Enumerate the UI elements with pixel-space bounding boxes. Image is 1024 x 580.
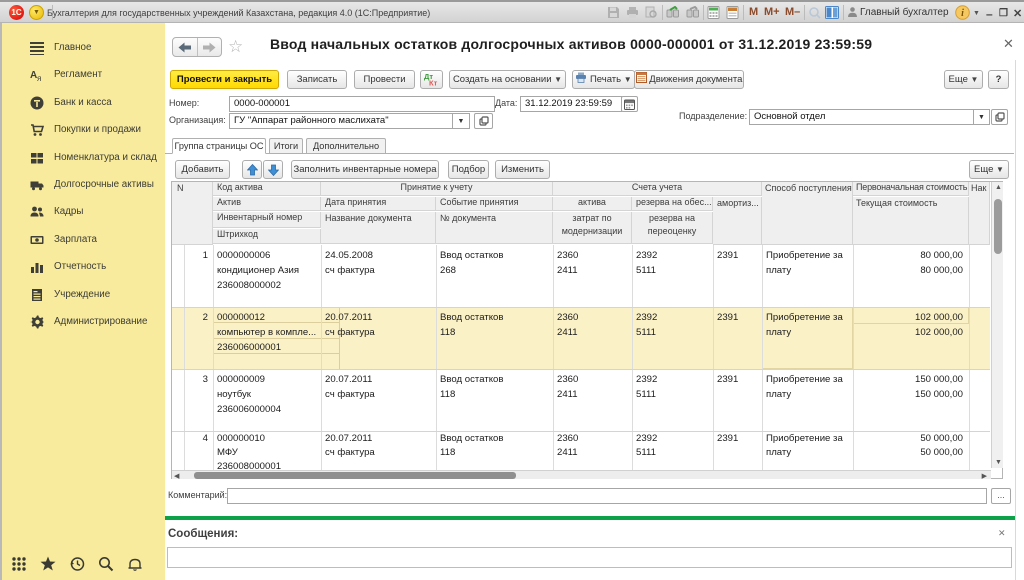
svg-text:я: я <box>37 74 41 82</box>
svg-text:i: i <box>961 8 964 19</box>
svg-text:Кт: Кт <box>429 79 438 87</box>
